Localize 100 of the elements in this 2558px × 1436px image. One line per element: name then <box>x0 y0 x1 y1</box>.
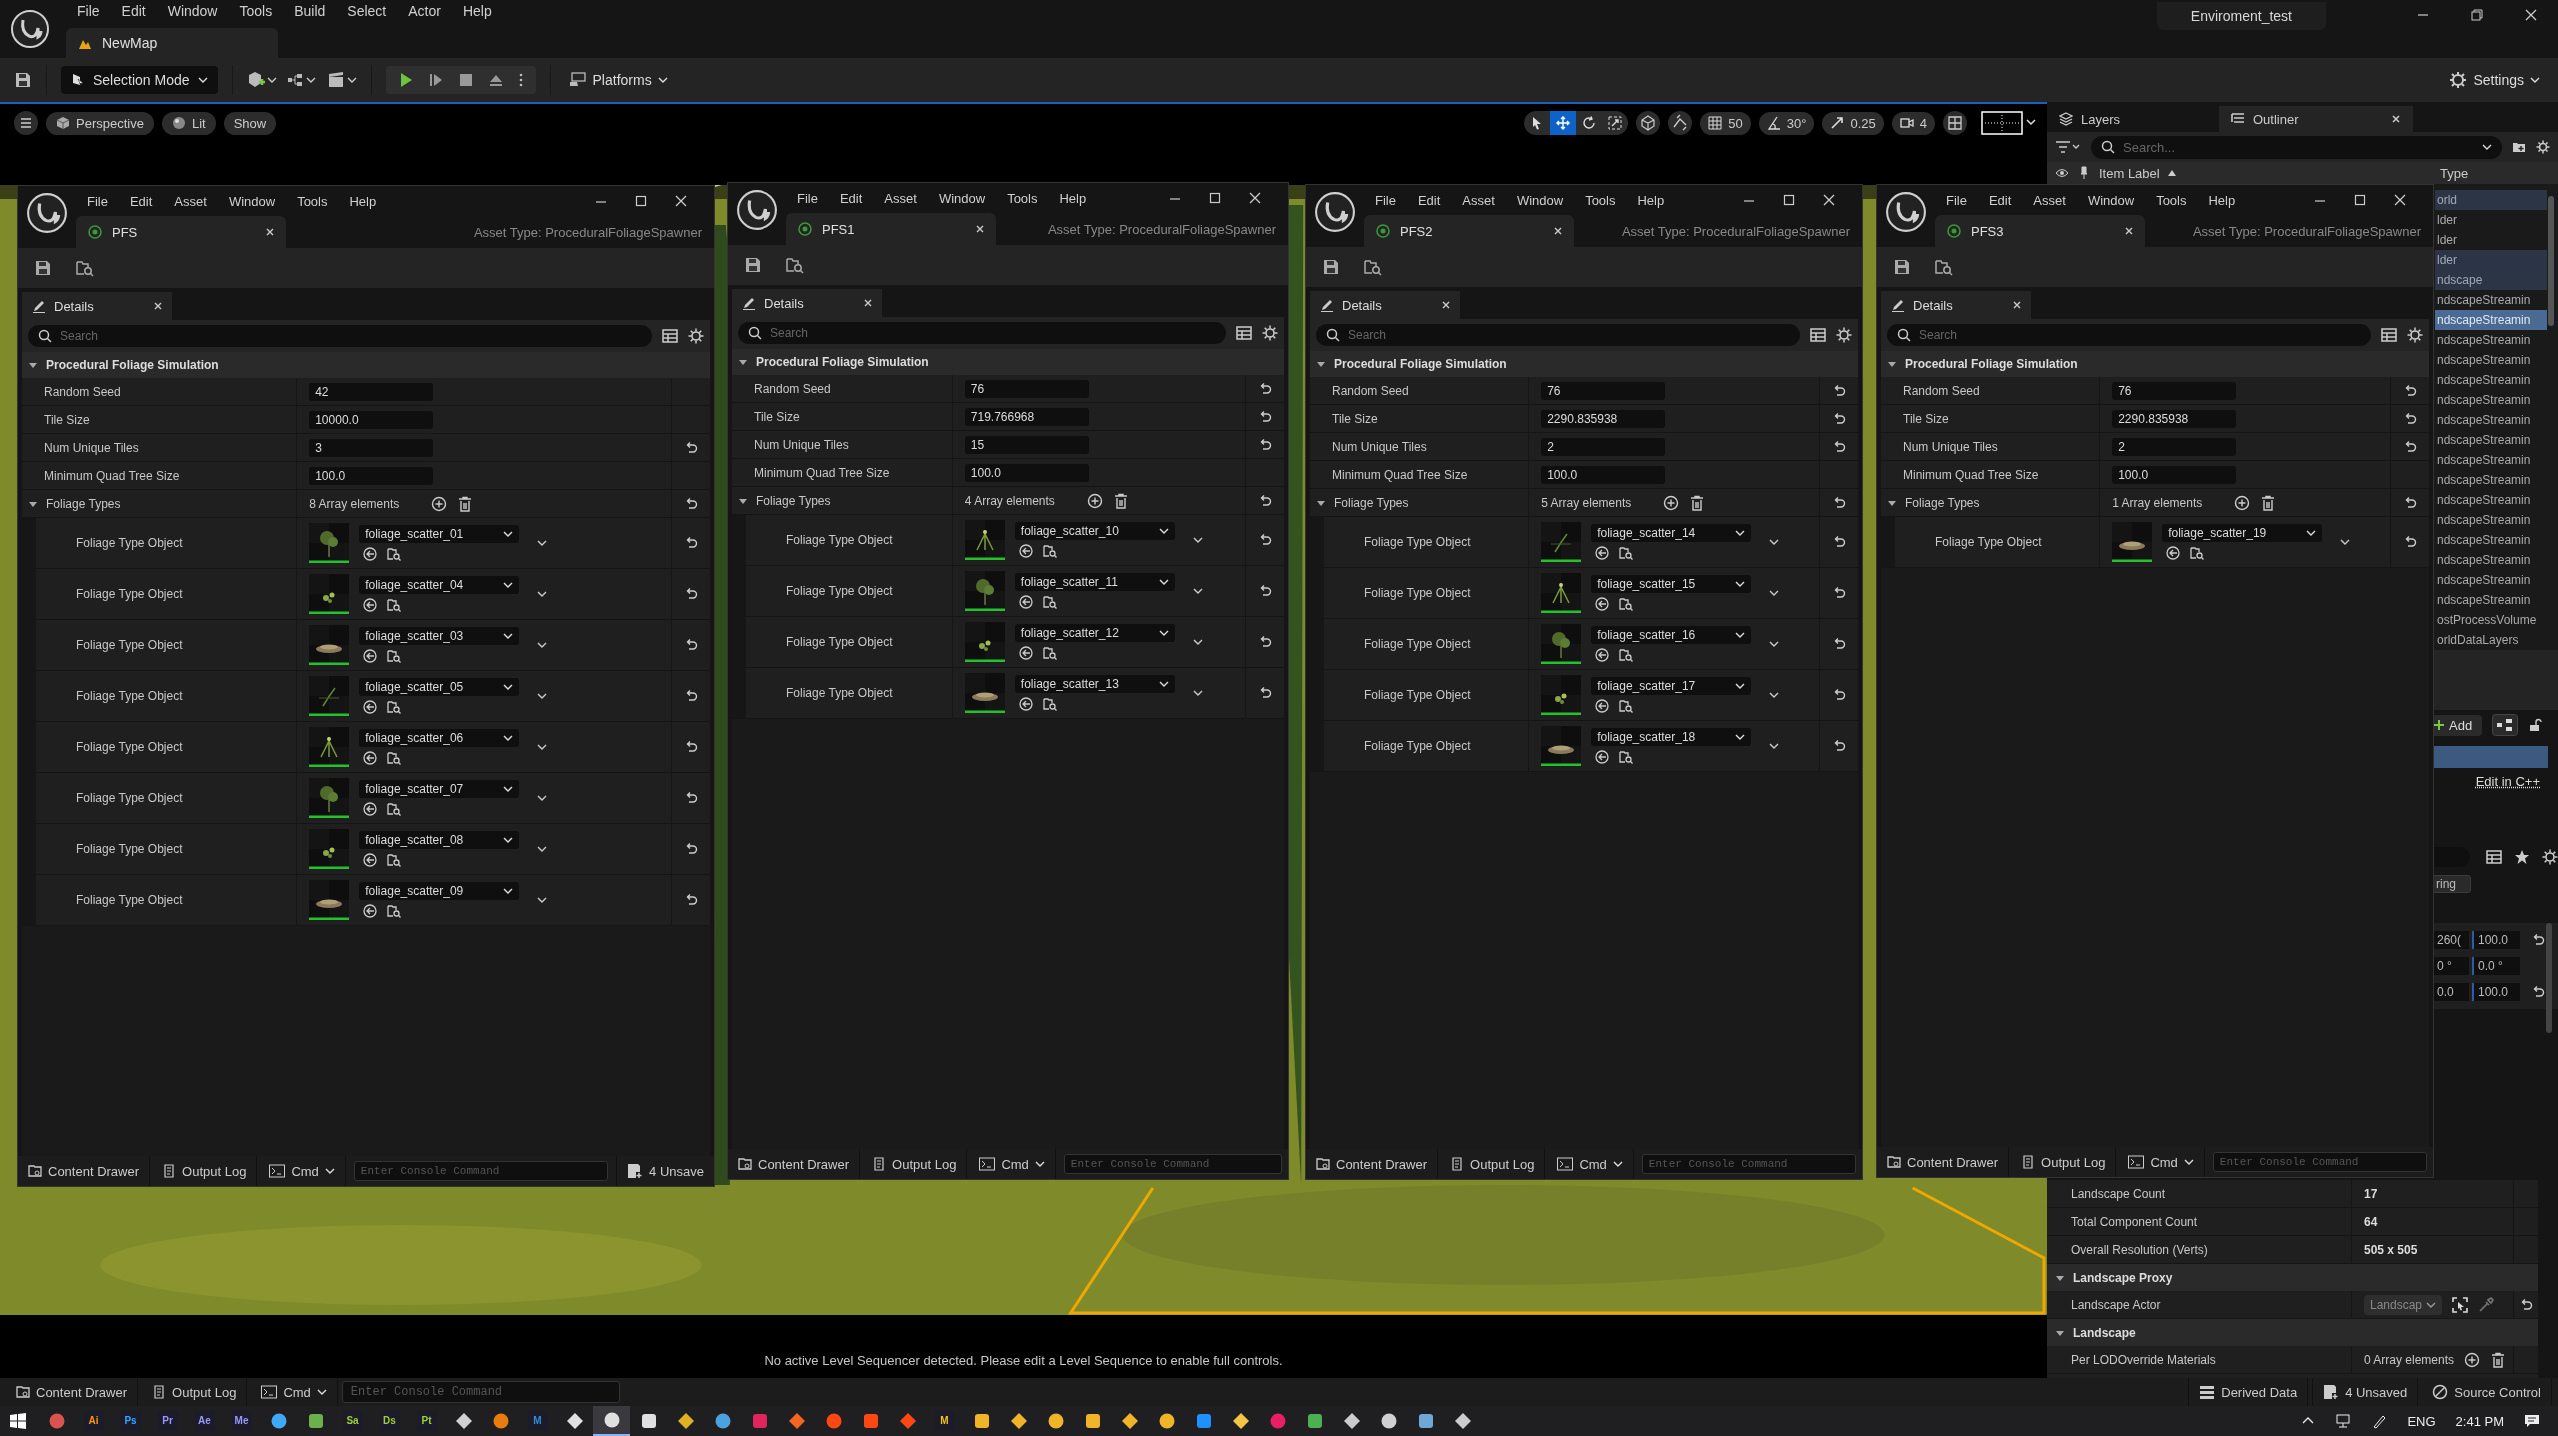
add-actor-icon[interactable] <box>246 71 277 89</box>
outliner-row[interactable]: ndscapeStreamin <box>2435 510 2547 530</box>
app-button[interactable]: Me <box>223 1406 260 1436</box>
level-tab[interactable]: NewMap <box>66 28 278 58</box>
app-icon[interactable] <box>269 1412 288 1430</box>
transform-field[interactable]: 0.0 ° <box>2472 957 2520 975</box>
outliner-row[interactable]: orld <box>2435 190 2547 210</box>
reset-arrow-icon[interactable] <box>2403 383 2417 398</box>
delete-icon[interactable] <box>2260 494 2277 511</box>
blueprint-icon[interactable] <box>286 71 317 89</box>
settings-button[interactable]: Settings <box>2445 67 2544 93</box>
reset-arrow-icon[interactable] <box>2531 933 2545 947</box>
outliner-row[interactable]: ndscapeStreamin <box>2435 470 2547 490</box>
reset-arrow-icon[interactable] <box>2403 439 2417 454</box>
menu-item[interactable]: Edit <box>110 3 157 19</box>
app-icon[interactable] <box>1046 1412 1065 1430</box>
pick-actor-icon[interactable] <box>2452 1296 2469 1313</box>
app-button[interactable]: M <box>519 1406 556 1436</box>
outliner-tab[interactable]: Outliner <box>2219 106 2413 132</box>
windows-start-icon[interactable] <box>10 1413 26 1429</box>
eyedropper-icon[interactable] <box>2478 1296 2495 1313</box>
viewport-option-button[interactable]: Lit <box>161 111 216 135</box>
reset-arrow-icon[interactable] <box>2403 535 2417 549</box>
outliner-row[interactable]: lder <box>2435 250 2547 270</box>
app-button[interactable]: Ds <box>371 1406 408 1436</box>
value-field[interactable]: 100.0 <box>2112 465 2237 484</box>
settings-icon[interactable] <box>2542 849 2558 865</box>
restore-icon[interactable] <box>2470 8 2484 22</box>
app-button[interactable]: Ai <box>75 1406 112 1436</box>
mode-dropdown[interactable]: Selection Mode <box>61 66 218 94</box>
outliner-row[interactable]: lder <box>2435 230 2547 250</box>
layout-icon[interactable] <box>1943 111 1967 135</box>
cmd-dropdown[interactable]: Cmd <box>2118 1147 2205 1177</box>
close-icon[interactable] <box>2393 193 2407 207</box>
value-field[interactable]: 2 <box>2112 437 2237 456</box>
outliner-row[interactable]: ndscapeStreamin <box>2435 570 2547 590</box>
app-icon[interactable] <box>1009 1412 1028 1430</box>
notification-icon[interactable] <box>2524 1413 2540 1429</box>
actor-dropdown[interactable]: Landscap <box>2364 1294 2443 1315</box>
app-icon[interactable] <box>1157 1412 1176 1430</box>
outliner-row[interactable]: ndscapeStreamin <box>2435 350 2547 370</box>
app-icon[interactable] <box>787 1412 806 1430</box>
delete-icon[interactable] <box>2490 1351 2507 1368</box>
menu-item[interactable]: Actor <box>397 3 452 19</box>
platforms-button[interactable]: Platforms <box>564 67 672 93</box>
viewport-layout-icon[interactable] <box>1981 111 2037 135</box>
menu-item[interactable]: Tools <box>228 3 284 19</box>
app-button[interactable]: Pr <box>149 1406 186 1436</box>
transform-field[interactable]: 100.0 <box>2472 931 2520 949</box>
filter-chip[interactable]: ring <box>2431 875 2471 893</box>
outliner-row[interactable]: ndscapeStreamin <box>2435 370 2547 390</box>
add-element-icon[interactable] <box>2464 1351 2481 1368</box>
settings-icon[interactable] <box>2536 140 2550 154</box>
outliner-row[interactable]: ndscapeStreamin <box>2435 310 2547 330</box>
language-indicator[interactable]: ENG <box>2407 1413 2436 1429</box>
app-icon[interactable] <box>676 1412 695 1430</box>
menu-item[interactable]: Build <box>283 3 337 19</box>
transform-tool-button[interactable] <box>1550 111 1577 135</box>
snap-button[interactable]: 50 <box>1700 111 1751 135</box>
outliner-row[interactable]: ndscapeStreamin <box>2435 390 2547 410</box>
surface-snap-icon[interactable] <box>1668 111 1693 135</box>
clock[interactable]: 2:41 PM <box>2455 1413 2504 1429</box>
outliner-row[interactable]: ndscapeStreamin <box>2435 410 2547 430</box>
app-icon[interactable] <box>713 1412 732 1430</box>
outliner-row[interactable]: ndscapeStreamin <box>2435 290 2547 310</box>
close-icon[interactable] <box>2391 114 2401 124</box>
app-icon[interactable] <box>972 1412 991 1430</box>
expand-chevron-icon[interactable] <box>2340 537 2351 547</box>
maximize-icon[interactable] <box>2353 193 2367 207</box>
add-folder-icon[interactable] <box>2512 140 2526 154</box>
app-icon[interactable] <box>602 1411 621 1429</box>
reset-arrow-icon[interactable] <box>2403 495 2417 510</box>
menu-icon[interactable] <box>14 111 38 135</box>
star-icon[interactable] <box>2514 849 2530 865</box>
app-button[interactable]: Ae <box>186 1406 223 1436</box>
outliner-row[interactable]: ostProcessVolume <box>2435 610 2547 630</box>
reset-arrow-icon[interactable] <box>2403 411 2417 426</box>
edit-in-cpp-link[interactable]: Edit in C++ <box>2475 774 2540 789</box>
menu-item[interactable]: Window <box>156 3 229 19</box>
console-input[interactable]: Enter Console Command <box>2212 1152 2427 1172</box>
outliner-row[interactable]: ndscapeStreamin <box>2435 550 2547 570</box>
close-icon[interactable] <box>2524 8 2538 22</box>
menu-item[interactable]: Select <box>336 3 398 19</box>
clapperboard-icon[interactable] <box>326 71 357 89</box>
use-selected-icon[interactable] <box>2166 546 2181 560</box>
app-icon[interactable] <box>1305 1412 1324 1430</box>
menu-item[interactable]: File <box>66 3 111 19</box>
asset-dropdown[interactable]: foliage_scatter_19 <box>2162 524 2323 542</box>
outliner-row[interactable]: ndscapeStreamin <box>2435 490 2547 510</box>
table-icon[interactable] <box>2486 849 2502 865</box>
step-icon[interactable] <box>427 72 444 88</box>
column-header[interactable]: Item Label <box>2099 165 2160 181</box>
app-icon[interactable] <box>306 1412 325 1430</box>
reset-arrow-icon[interactable] <box>2519 1297 2533 1312</box>
app-icon[interactable] <box>1194 1412 1213 1430</box>
viewport-option-button[interactable]: Show <box>223 111 277 135</box>
outliner-row[interactable]: ndscapeStreamin <box>2435 590 2547 610</box>
stop-icon[interactable] <box>457 72 474 88</box>
outliner-row[interactable]: orldDataLayers <box>2435 630 2547 650</box>
menu-item[interactable]: Help <box>451 3 503 19</box>
